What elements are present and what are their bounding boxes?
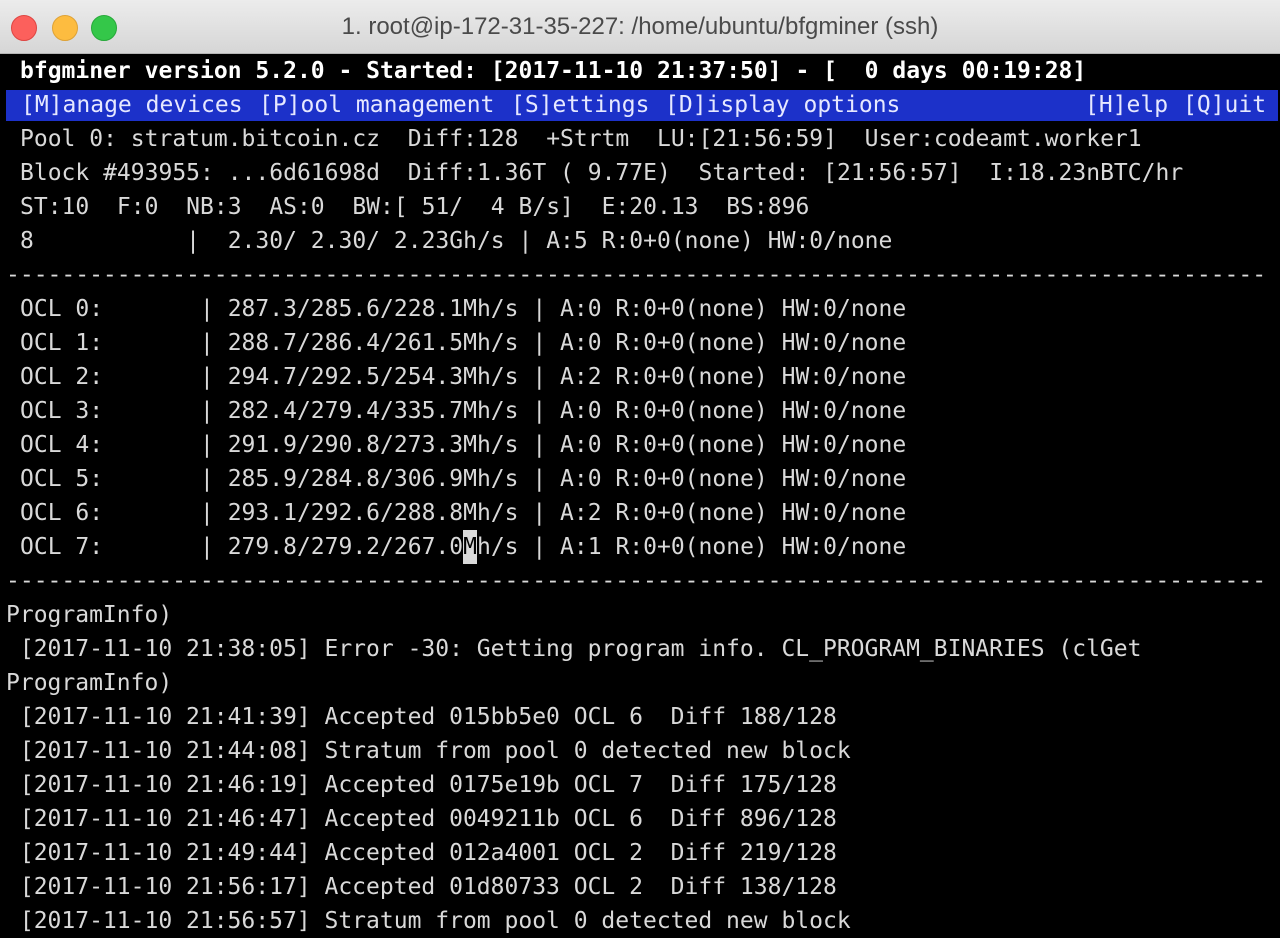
total-hashrate-line: 8 | 2.30/ 2.30/ 2.23Gh/s | A:5 R:0+0(non…: [20, 228, 893, 254]
device-row-ocl-5: OCL 5: | 285.9/284.8/306.9Mh/s | A:0 R:0…: [20, 466, 907, 492]
log-line: [2017-11-10 21:56:17] Accepted 01d80733 …: [6, 874, 837, 900]
log-line: [2017-11-10 21:41:39] Accepted 015bb5e0 …: [6, 704, 837, 730]
device-row-ocl-6: OCL 6: | 293.1/292.6/288.8Mh/s | A:2 R:0…: [20, 500, 907, 526]
log-line: [2017-11-10 21:46:47] Accepted 0049211b …: [6, 806, 837, 832]
log-line: [2017-11-10 21:46:19] Accepted 0175e19b …: [6, 772, 837, 798]
menu-quit[interactable]: [Q]uit: [1183, 90, 1266, 121]
log-line: [2017-11-10 21:56:57] Stratum from pool …: [6, 908, 851, 934]
menu-manage-devices[interactable]: [M]anage devices: [21, 90, 243, 121]
terminal-content[interactable]: bfgminer version 5.2.0 - Started: [2017-…: [0, 54, 1280, 938]
device-row-ocl-7-start: OCL 7: | 279.8/279.2/267.0: [20, 534, 464, 560]
device-row-ocl-2: OCL 2: | 294.7/292.5/254.3Mh/s | A:2 R:0…: [20, 364, 907, 390]
separator-top: ----------------------------------------…: [6, 262, 1267, 288]
log-line: [2017-11-10 21:38:05] Error -30: Getting…: [6, 636, 1142, 662]
title-bar[interactable]: 1. root@ip-172-31-35-227: /home/ubuntu/b…: [0, 0, 1280, 54]
pool-status-line: Pool 0: stratum.bitcoin.cz Diff:128 +Str…: [20, 126, 1142, 152]
block-status-line: Block #493955: ...6d61698d Diff:1.36T ( …: [20, 160, 1184, 186]
log-line: [2017-11-10 21:49:44] Accepted 012a4001 …: [6, 840, 837, 866]
device-row-ocl-4: OCL 4: | 291.9/290.8/273.3Mh/s | A:0 R:0…: [20, 432, 907, 458]
device-row-ocl-7-end: h/s | A:1 R:0+0(none) HW:0/none: [476, 534, 907, 560]
text-cursor: M: [463, 530, 477, 564]
window-title: 1. root@ip-172-31-35-227: /home/ubuntu/b…: [341, 13, 939, 40]
log-line: ProgramInfo): [6, 602, 173, 628]
menu-bar: [M]anage devices [P]ool management [S]et…: [6, 90, 1278, 121]
device-row-ocl-3: OCL 3: | 282.4/279.4/335.7Mh/s | A:0 R:0…: [20, 398, 907, 424]
device-row-ocl-1: OCL 1: | 288.7/286.4/261.5Mh/s | A:0 R:0…: [20, 330, 907, 356]
device-row-ocl-7: OCL 7: | 279.8/279.2/267.0Mh/s | A:1 R:0…: [20, 530, 906, 564]
log-line: [2017-11-10 21:44:08] Stratum from pool …: [6, 738, 851, 764]
device-row-ocl-0: OCL 0: | 287.3/285.6/228.1Mh/s | A:0 R:0…: [20, 296, 907, 322]
menu-help[interactable]: [H]elp: [1085, 90, 1168, 121]
miner-header: bfgminer version 5.2.0 - Started: [2017-…: [20, 58, 1087, 84]
menu-pool-management[interactable]: [P]ool management: [259, 90, 494, 121]
terminal-window: 1. root@ip-172-31-35-227: /home/ubuntu/b…: [0, 0, 1280, 938]
stats-line: ST:10 F:0 NB:3 AS:0 BW:[ 51/ 4 B/s] E:20…: [20, 194, 810, 220]
log-line: ProgramInfo): [6, 670, 173, 696]
menu-settings[interactable]: [S]ettings: [511, 90, 649, 121]
menu-display-options[interactable]: [D]isplay options: [665, 90, 900, 121]
separator-bottom: ----------------------------------------…: [6, 568, 1267, 594]
